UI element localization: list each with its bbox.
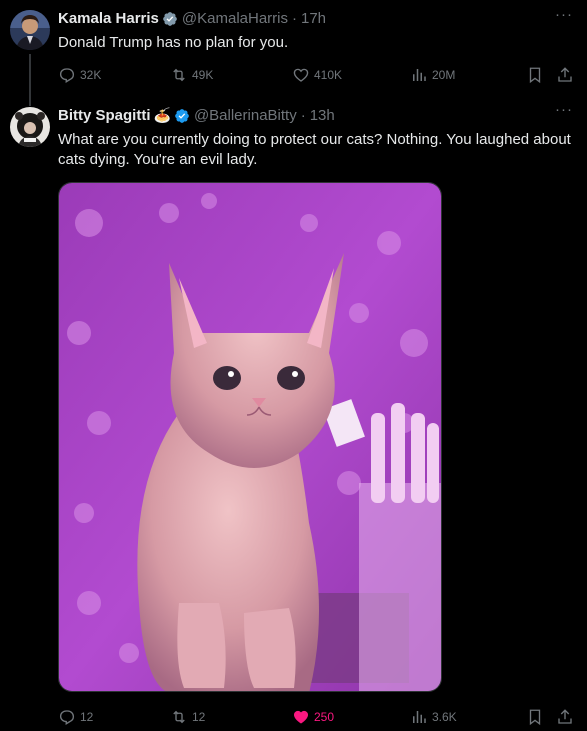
retweet-count: 49K	[192, 68, 214, 82]
views-icon	[413, 711, 426, 723]
action-bar: 12 12 250 3.6K	[58, 706, 575, 728]
reply-icon	[59, 710, 75, 725]
views-button[interactable]: 20M	[410, 66, 455, 84]
share-button[interactable]	[556, 708, 578, 726]
separator: ·	[300, 107, 306, 124]
tweet-header: Kamala Harris @KamalaHarris · 17h	[58, 10, 326, 27]
retweet-button[interactable]: 12	[170, 708, 205, 726]
bookmark-icon	[529, 709, 541, 726]
share-icon	[558, 67, 572, 82]
spaghetti-emoji-icon: 🍝	[153, 107, 171, 123]
tweet-text: Donald Trump has no plan for you.	[58, 34, 289, 51]
share-icon	[558, 709, 572, 724]
tweet-text: What are you currently doing to protect …	[58, 131, 571, 168]
views-count: 20M	[432, 68, 456, 82]
heart-filled-icon	[293, 710, 309, 724]
bookmark-button[interactable]	[526, 66, 548, 84]
verified-icon	[174, 108, 190, 124]
separator: ·	[292, 10, 297, 27]
bookmark-button[interactable]	[526, 708, 548, 726]
tweet-time[interactable]: 13h	[310, 107, 335, 124]
tweet-header: Bitty Spagitti 🍝 @BallerinaBitty · 13h	[58, 107, 335, 124]
reply-icon	[59, 68, 75, 83]
action-bar: 32K 49K 410K 20M	[58, 64, 575, 86]
views-icon	[413, 69, 426, 81]
bookmark-icon	[529, 67, 541, 84]
author-handle[interactable]: @KamalaHarris	[182, 10, 288, 27]
like-count: 410K	[314, 68, 343, 82]
author-name[interactable]: Kamala Harris	[58, 10, 159, 27]
author-name[interactable]: Bitty Spagitti	[58, 107, 151, 124]
reply-count: 12	[80, 710, 94, 724]
like-count: 250	[314, 710, 335, 724]
reply-button[interactable]: 12	[58, 708, 93, 726]
retweet-icon	[173, 710, 185, 724]
reply-count: 32K	[80, 68, 102, 82]
retweet-icon	[173, 68, 185, 82]
views-button[interactable]: 3.6K	[410, 708, 457, 726]
tweet-time[interactable]: 17h	[301, 10, 326, 27]
verified-icon	[162, 11, 178, 27]
more-options-button[interactable]: ···	[555, 101, 573, 118]
heart-icon	[293, 68, 309, 82]
retweet-count: 12	[192, 710, 206, 724]
tweet-bitty[interactable]: Bitty Spagitti 🍝 @BallerinaBitty · 13h ·…	[0, 98, 587, 731]
retweet-button[interactable]: 49K	[170, 66, 213, 84]
like-button[interactable]: 250	[292, 708, 334, 726]
avatar[interactable]	[10, 107, 50, 147]
avatar[interactable]	[10, 10, 50, 50]
share-button[interactable]	[556, 66, 578, 84]
reply-button[interactable]: 32K	[58, 66, 101, 84]
like-button[interactable]: 410K	[292, 66, 342, 84]
cat-photo[interactable]	[58, 182, 442, 692]
views-count: 3.6K	[432, 710, 457, 724]
more-options-button[interactable]: ···	[555, 6, 573, 23]
author-handle[interactable]: @BallerinaBitty	[194, 107, 297, 124]
tweet-kamala[interactable]: Kamala Harris @KamalaHarris · 17h ··· Do…	[0, 0, 587, 106]
